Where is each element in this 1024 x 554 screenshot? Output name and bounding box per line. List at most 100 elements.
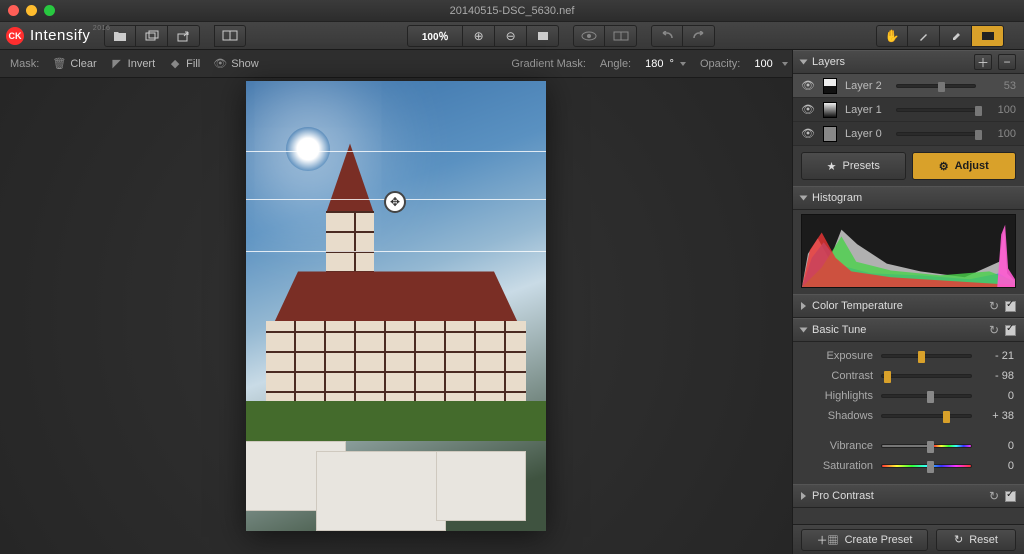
image-content	[246, 431, 546, 531]
layer-row[interactable]: 👁Layer 0100	[793, 122, 1024, 146]
opacity-field[interactable]: 100	[754, 58, 787, 70]
basic-tune-sliders: Exposure - 21 Contrast - 98 Highlights 0…	[793, 342, 1024, 484]
layer-visibility-toggle[interactable]: 👁	[801, 127, 815, 140]
exposure-slider[interactable]	[881, 354, 972, 358]
sliders-icon: ⚙	[939, 160, 949, 173]
pro-contrast-label: Pro Contrast	[812, 490, 874, 502]
highlights-slider[interactable]	[881, 394, 972, 398]
zoom-window-button[interactable]	[44, 5, 55, 16]
contrast-slider[interactable]	[881, 374, 972, 378]
saturation-slider[interactable]	[881, 464, 972, 468]
caret-down-icon	[680, 62, 686, 66]
layers-section-header[interactable]: Layers ＋ −	[793, 50, 1024, 74]
histogram-label: Histogram	[812, 192, 862, 204]
compare-button[interactable]	[214, 25, 246, 47]
basic-tune-label: Basic Tune	[812, 324, 866, 336]
shadows-slider[interactable]	[881, 414, 972, 418]
right-panel: Layers ＋ − 👁Layer 253👁Layer 1100👁Layer 0…	[792, 50, 1024, 554]
image-canvas[interactable]: ✥	[246, 81, 546, 531]
reset-section-icon[interactable]: ↻	[989, 299, 999, 313]
section-enable-checkbox[interactable]	[1005, 301, 1016, 312]
exposure-slider-row: Exposure - 21	[803, 346, 1014, 366]
angle-label: Angle:	[600, 58, 631, 70]
remove-layer-button[interactable]: −	[998, 54, 1016, 70]
adjust-tab[interactable]: ⚙Adjust	[912, 152, 1017, 180]
highlights-slider-row: Highlights 0	[803, 386, 1014, 406]
panel-tabs: ★Presets ⚙Adjust	[801, 152, 1016, 180]
section-enable-checkbox[interactable]	[1005, 325, 1016, 336]
eraser-tool-button[interactable]	[940, 25, 972, 47]
redo-button[interactable]	[683, 25, 715, 47]
eye-icon: 👁	[214, 58, 226, 70]
close-window-button[interactable]	[8, 5, 19, 16]
minimize-window-button[interactable]	[26, 5, 37, 16]
gradient-tool-button[interactable]	[972, 25, 1004, 47]
traffic-lights	[8, 5, 55, 16]
layer-row[interactable]: 👁Layer 1100	[793, 98, 1024, 122]
main-toolbar: CK Intensify2016 100％ ⊕ ⊖ ✋	[0, 22, 1024, 50]
histogram-display	[801, 214, 1016, 288]
layer-opacity-slider[interactable]	[896, 84, 976, 88]
layer-opacity-value: 100	[990, 128, 1016, 140]
mask-fill-button[interactable]: ◆Fill	[169, 58, 200, 70]
disclosure-triangle-icon	[801, 492, 806, 500]
mask-show-button[interactable]: 👁Show	[214, 58, 259, 70]
pan-tool-button[interactable]: ✋	[876, 25, 908, 47]
disclosure-triangle-icon	[800, 60, 808, 65]
shadows-slider-row: Shadows + 38	[803, 406, 1014, 426]
create-preset-button[interactable]: ＋▦Create Preset	[801, 529, 928, 551]
layer-row[interactable]: 👁Layer 253	[793, 74, 1024, 98]
preview-button[interactable]	[573, 25, 605, 47]
histogram-section-header[interactable]: Histogram	[793, 186, 1024, 210]
reset-section-icon[interactable]: ↻	[989, 489, 999, 503]
layer-visibility-toggle[interactable]: 👁	[801, 79, 815, 92]
mask-clear-button[interactable]: 🗑Clear	[53, 58, 96, 70]
gradient-move-handle[interactable]: ✥	[384, 191, 406, 213]
slider-label: Shadows	[803, 410, 873, 422]
image-content	[286, 127, 330, 171]
slider-label: Contrast	[803, 370, 873, 382]
layer-mask-thumb[interactable]	[823, 102, 837, 118]
saturation-slider-row: Saturation 0	[803, 456, 1014, 476]
layer-name: Layer 1	[845, 104, 882, 116]
layer-visibility-toggle[interactable]: 👁	[801, 103, 815, 116]
zoom-out-button[interactable]: ⊖	[495, 25, 527, 47]
reset-icon: ↻	[954, 533, 963, 546]
slider-value: - 98	[980, 370, 1014, 382]
disclosure-triangle-icon	[800, 328, 808, 333]
contrast-slider-row: Contrast - 98	[803, 366, 1014, 386]
batch-button[interactable]	[136, 25, 168, 47]
brush-tool-button[interactable]	[908, 25, 940, 47]
layer-mask-thumb[interactable]	[823, 126, 837, 142]
vibrance-slider[interactable]	[881, 444, 972, 448]
export-button[interactable]	[168, 25, 200, 47]
zoom-level-button[interactable]: 100％	[407, 25, 463, 47]
add-layer-button[interactable]: ＋	[974, 54, 992, 70]
disclosure-triangle-icon	[800, 196, 808, 201]
app-brand: CK Intensify2016	[6, 27, 90, 45]
fit-screen-button[interactable]	[527, 25, 559, 47]
document-filename: 20140515-DSC_5630.nef	[0, 5, 1024, 17]
reset-section-icon[interactable]: ↻	[989, 323, 999, 337]
gradient-guide-line[interactable]	[246, 151, 546, 152]
mask-invert-button[interactable]: ◤Invert	[111, 58, 156, 70]
pro-contrast-section-header[interactable]: Pro Contrast ↻	[793, 484, 1024, 508]
undo-button[interactable]	[651, 25, 683, 47]
app-year: 2016	[93, 25, 111, 32]
gradient-guide-line[interactable]	[246, 251, 546, 252]
layer-opacity-slider[interactable]	[896, 108, 976, 112]
slider-value: 0	[980, 460, 1014, 472]
zoom-in-button[interactable]: ⊕	[463, 25, 495, 47]
presets-tab[interactable]: ★Presets	[801, 152, 906, 180]
section-enable-checkbox[interactable]	[1005, 491, 1016, 502]
before-after-button[interactable]	[605, 25, 637, 47]
canvas-area[interactable]: ✥	[0, 78, 792, 554]
color-temperature-section-header[interactable]: Color Temperature ↻	[793, 294, 1024, 318]
layer-opacity-slider[interactable]	[896, 132, 976, 136]
gradient-mask-label: Gradient Mask:	[511, 58, 586, 70]
panel-bottom-buttons: ＋▦Create Preset ↻Reset	[793, 524, 1024, 554]
angle-field[interactable]: 180 °	[645, 58, 686, 70]
reset-all-button[interactable]: ↻Reset	[936, 529, 1016, 551]
basic-tune-section-header[interactable]: Basic Tune ↻	[793, 318, 1024, 342]
layer-mask-thumb[interactable]	[823, 78, 837, 94]
